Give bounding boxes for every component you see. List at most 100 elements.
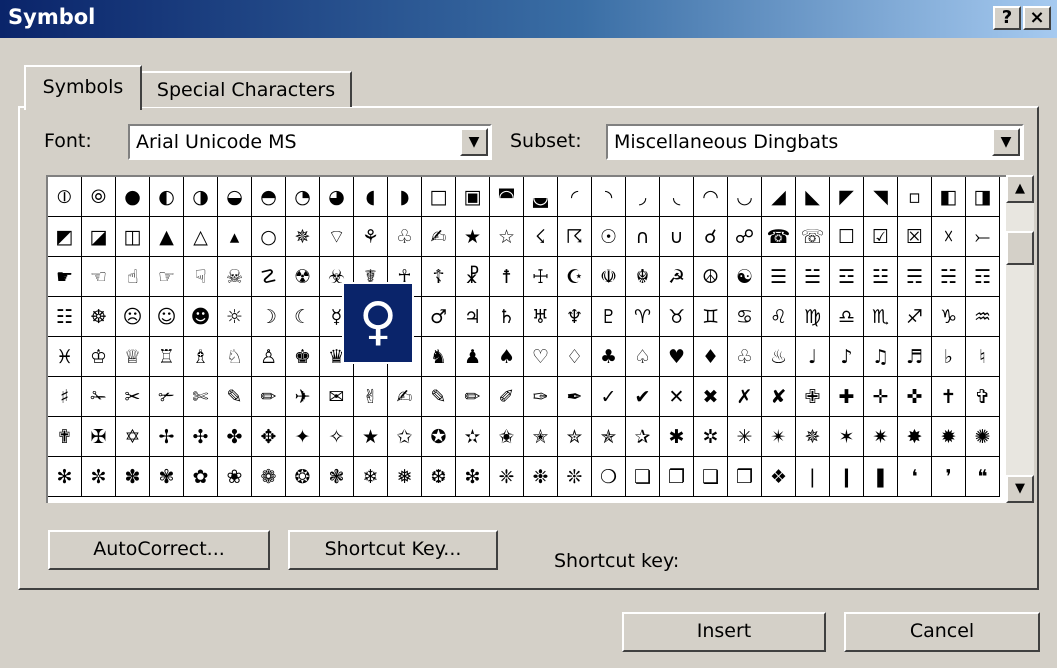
symbol-cell[interactable]: ✸	[898, 417, 932, 457]
symbol-cell[interactable]: ☞	[150, 257, 184, 297]
symbol-cell[interactable]: ✁	[82, 377, 116, 417]
symbol-cell[interactable]: ✎	[218, 377, 252, 417]
symbol-cell[interactable]: ◢	[762, 177, 796, 217]
symbol-cell[interactable]: ❐	[660, 457, 694, 497]
symbol-cell[interactable]: ☫	[592, 257, 626, 297]
symbol-cell[interactable]: ◥	[864, 177, 898, 217]
symbol-cell[interactable]: ♈	[626, 297, 660, 337]
symbol-cell[interactable]: ◠	[694, 177, 728, 217]
symbol-cell[interactable]: ✹	[932, 417, 966, 457]
symbol-cell[interactable]: ❉	[524, 457, 558, 497]
symbol-cell[interactable]: ❚	[864, 457, 898, 497]
symbol-cell[interactable]: ♧	[728, 337, 762, 377]
symbol-cell[interactable]: ☈	[558, 217, 592, 257]
symbol-cell[interactable]: ❁	[252, 457, 286, 497]
symbol-cell[interactable]: ✿	[184, 457, 218, 497]
symbol-cell[interactable]: ♐	[898, 297, 932, 337]
symbol-cell[interactable]: ❃	[320, 457, 354, 497]
symbol-cell[interactable]: ☠	[218, 257, 252, 297]
symbol-cell[interactable]: ✰	[626, 417, 660, 457]
symbol-cell[interactable]: ♭	[932, 337, 966, 377]
symbol-cell[interactable]: ☛	[48, 257, 82, 297]
font-select[interactable]: Arial Unicode MS ▼	[128, 124, 492, 160]
symbol-cell[interactable]: ◛	[524, 177, 558, 217]
symbol-cell[interactable]: ♏	[864, 297, 898, 337]
symbol-cell[interactable]: ◓	[252, 177, 286, 217]
symbol-cell[interactable]: ☒	[898, 217, 932, 257]
symbol-cell[interactable]: ❇	[456, 457, 490, 497]
symbol-cell[interactable]: ❊	[558, 457, 592, 497]
symbol-cell[interactable]: ◡	[728, 177, 762, 217]
symbol-cell[interactable]: ✷	[864, 417, 898, 457]
symbol-cell[interactable]: ◐	[150, 177, 184, 217]
close-button[interactable]: ×	[1023, 6, 1051, 30]
symbol-cell[interactable]: ✮	[558, 417, 592, 457]
symbol-cell[interactable]: ✙	[796, 377, 830, 417]
symbol-cell[interactable]: ▫	[898, 177, 932, 217]
symbol-cell[interactable]: ♥	[660, 337, 694, 377]
symbol-cell[interactable]: ♧	[388, 217, 422, 257]
symbol-cell[interactable]: ☇	[524, 217, 558, 257]
symbol-cell[interactable]: ☼	[218, 297, 252, 337]
symbol-cell[interactable]: ✵	[286, 217, 320, 257]
symbol-cell[interactable]: ♕	[116, 337, 150, 377]
symbol-cell[interactable]: ❛	[898, 457, 932, 497]
symbol-cell[interactable]: ♪	[830, 337, 864, 377]
symbol-cell[interactable]: ✠	[82, 417, 116, 457]
symbol-cell[interactable]: ♉	[660, 297, 694, 337]
symbol-cell[interactable]: ✘	[762, 377, 796, 417]
symbol-cell[interactable]: ☆	[490, 217, 524, 257]
scroll-thumb[interactable]	[1006, 231, 1034, 265]
symbol-cell[interactable]: ❒	[728, 457, 762, 497]
symbol-cell[interactable]: ♚	[286, 337, 320, 377]
symbol-cell[interactable]: ✲	[694, 417, 728, 457]
symbol-cell[interactable]: ✎	[422, 377, 456, 417]
symbol-cell[interactable]: ✓	[592, 377, 626, 417]
symbol-cell[interactable]: ✛	[864, 377, 898, 417]
symbol-cell[interactable]: ✩	[388, 417, 422, 457]
symbol-cell[interactable]: ✱	[660, 417, 694, 457]
symbol-cell[interactable]: ♊	[694, 297, 728, 337]
symbol-cell[interactable]: ✔	[626, 377, 660, 417]
symbol-cell[interactable]: ❝	[966, 457, 1000, 497]
symbol-cell[interactable]: ♞	[422, 337, 456, 377]
symbol-cell[interactable]: ♮	[966, 337, 1000, 377]
symbol-cell[interactable]: ☲	[830, 257, 864, 297]
autocorrect-button[interactable]: AutoCorrect...	[48, 530, 270, 570]
symbol-cell[interactable]: ☡	[252, 257, 286, 297]
symbol-cell[interactable]: ❍	[592, 457, 626, 497]
symbol-cell[interactable]: ♩	[796, 337, 830, 377]
symbol-cell[interactable]: ☩	[524, 257, 558, 297]
symbol-cell[interactable]: ☨	[490, 257, 524, 297]
symbol-cell[interactable]: ♬	[898, 337, 932, 377]
symbol-cell[interactable]: ❏	[626, 457, 660, 497]
symbol-cell[interactable]: ✽	[116, 457, 150, 497]
symbol-cell[interactable]: ◑	[184, 177, 218, 217]
symbol-cell[interactable]: ✒	[558, 377, 592, 417]
symbol-cell[interactable]: ∩	[626, 217, 660, 257]
symbol-cell[interactable]: ☬	[626, 257, 660, 297]
symbol-cell[interactable]: ⦶	[48, 177, 82, 217]
symbol-cell[interactable]: ◕	[320, 177, 354, 217]
symbol-cell[interactable]: ✢	[150, 417, 184, 457]
symbol-cell[interactable]: ◔	[286, 177, 320, 217]
symbol-cell[interactable]: ✌	[354, 377, 388, 417]
symbol-cell[interactable]: ✦	[286, 417, 320, 457]
shortcut-key-button[interactable]: Shortcut Key...	[288, 530, 498, 570]
symbol-cell[interactable]: ☭	[660, 257, 694, 297]
symbol-cell[interactable]: ✻	[48, 457, 82, 497]
symbol-cell[interactable]: ❆	[422, 457, 456, 497]
symbol-cell[interactable]: ✈	[286, 377, 320, 417]
symbol-cell[interactable]: ✑	[524, 377, 558, 417]
symbol-cell[interactable]: ◜	[558, 177, 592, 217]
symbol-cell[interactable]: ♠	[490, 337, 524, 377]
symbol-cell[interactable]: ✜	[898, 377, 932, 417]
symbol-cell[interactable]: ☟	[184, 257, 218, 297]
symbol-cell[interactable]: ☵	[932, 257, 966, 297]
symbol-cell[interactable]: ◒	[218, 177, 252, 217]
symbol-cell[interactable]: ✝	[932, 377, 966, 417]
symbol-scrollbar[interactable]: ▲ ▼	[1006, 175, 1034, 503]
symbol-cell[interactable]: ❜	[932, 457, 966, 497]
symbol-cell[interactable]: ☸	[82, 297, 116, 337]
symbol-cell[interactable]: ◚	[490, 177, 524, 217]
